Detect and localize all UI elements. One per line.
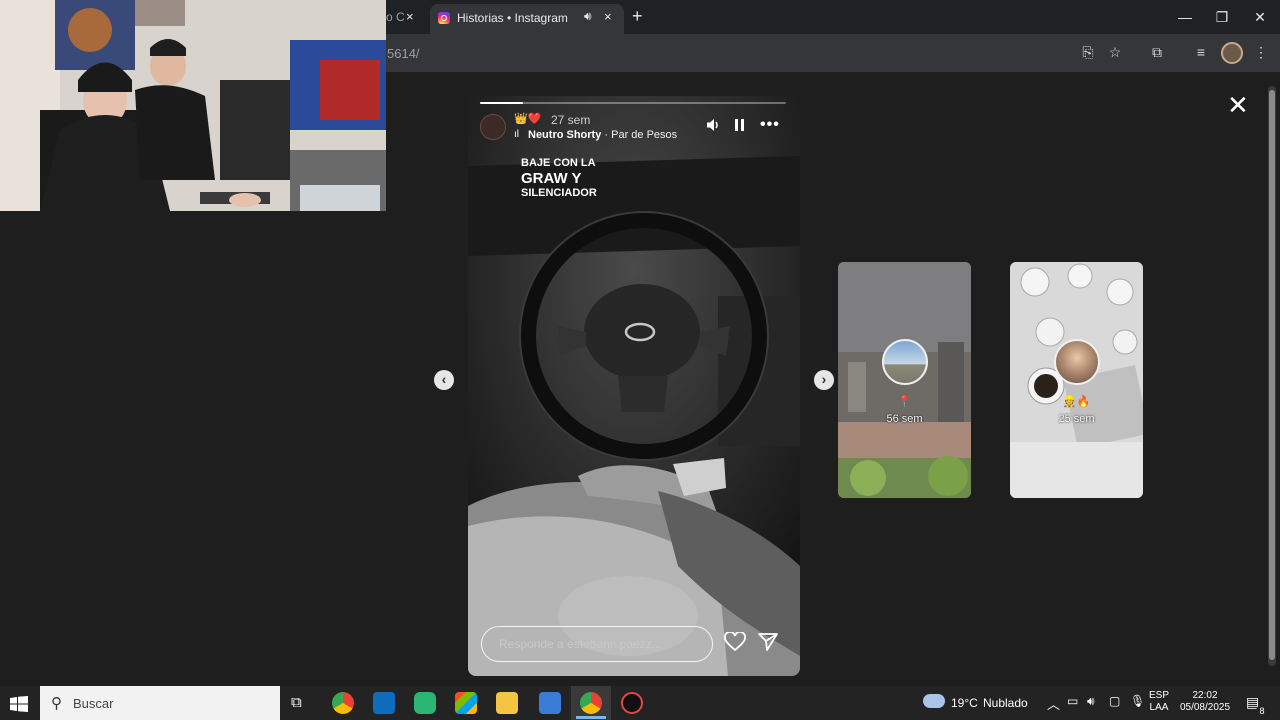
search-icon: ⚲	[51, 695, 62, 712]
story-viewer[interactable]: 👑❤️ 27 sem ıl Neutro Shorty · Par de Pes…	[468, 96, 800, 676]
microphone-icon[interactable]: 🎙︎	[1130, 694, 1145, 708]
preview-1-avatar	[882, 339, 928, 385]
story-music-label[interactable]: Neutro Shorty · Par de Pesos	[528, 129, 677, 141]
more-options-icon[interactable]: •••	[760, 116, 780, 134]
next-story-preview-1[interactable]: 📍 56 sem	[838, 262, 971, 498]
story-progress-bar	[480, 102, 786, 104]
tab-title: Historias • Instagram	[457, 11, 568, 25]
tab-close-icon[interactable]: ×	[604, 9, 612, 24]
calendar-app-icon[interactable]	[539, 692, 561, 714]
microsoft-store-icon[interactable]	[455, 692, 477, 714]
notification-count-badge: 8	[1256, 705, 1268, 717]
media-control-icon[interactable]: ≡	[1192, 44, 1210, 60]
extensions-icon[interactable]: ⧉	[1148, 44, 1166, 61]
outlook-app-icon[interactable]	[373, 692, 395, 714]
device-tray-icon[interactable]: ▢	[1109, 694, 1120, 708]
send-icon[interactable]	[758, 632, 778, 657]
next-story-preview-2[interactable]: 👷🔥 25 sem	[1010, 262, 1143, 498]
clock-date: 05/08/2025	[1179, 702, 1231, 713]
preview-2-avatar	[1054, 339, 1100, 385]
tab-previous-close-icon[interactable]: ×	[406, 0, 414, 34]
minimize-button[interactable]: —	[1166, 0, 1204, 34]
speaker-icon[interactable]: 🔊︎	[584, 9, 592, 24]
story-progress-fill	[480, 102, 523, 104]
clock-time: 22:02	[1192, 690, 1218, 701]
windows-start-icon[interactable]	[10, 696, 28, 717]
reply-placeholder: Responde a estebann.paezz...	[499, 637, 662, 651]
profile-avatar[interactable]	[1221, 42, 1243, 64]
tab-instagram-stories[interactable]: Historias • Instagram 🔊︎ ×	[430, 4, 624, 34]
weather-condition[interactable]: Nublado	[983, 696, 1028, 710]
volume-icon[interactable]	[706, 118, 721, 135]
pause-icon[interactable]	[734, 118, 746, 135]
caption-line-1: BAJE CON LA	[521, 157, 596, 169]
music-separator: ·	[601, 129, 612, 141]
story-time-ago: 27 sem	[551, 113, 591, 127]
preview-2-time: 25 sem	[1058, 413, 1095, 425]
language-indicator[interactable]: ESP LAA	[1147, 690, 1171, 714]
clock[interactable]: 22:02 05/08/2025	[1176, 690, 1234, 714]
webcam-image	[0, 0, 386, 211]
maximize-button[interactable]: ❐	[1203, 0, 1241, 34]
bookmark-star-icon[interactable]: ☆	[1106, 44, 1124, 61]
new-tab-button[interactable]: +	[632, 6, 643, 27]
audio-bars-icon: ıl	[514, 129, 519, 140]
obs-app-icon[interactable]	[621, 692, 643, 714]
reply-input[interactable]: Responde a estebann.paezz...	[481, 626, 713, 662]
weather-temp[interactable]: 19°C	[951, 696, 978, 710]
music-song: Par de Pesos	[611, 129, 678, 141]
tab-previous-title: o C	[386, 10, 405, 24]
caption-line-3: SILENCIADOR	[521, 187, 597, 199]
story-photo	[468, 96, 800, 676]
scrollbar-thumb[interactable]	[1269, 90, 1275, 660]
webcam-overlay	[0, 0, 386, 211]
preview-1-time: 56 sem	[886, 413, 923, 425]
previous-story-button[interactable]: ‹	[434, 370, 454, 390]
language-line-1: ESP	[1148, 690, 1169, 701]
language-line-2: LAA	[1149, 702, 1169, 713]
cloud-weather-icon	[923, 694, 945, 708]
address-bar-url[interactable]: 5614/	[387, 46, 420, 61]
active-app-underline	[576, 716, 606, 719]
green-app-icon[interactable]	[414, 692, 436, 714]
instagram-favicon-icon	[438, 12, 450, 24]
chrome-app-icon[interactable]	[332, 692, 354, 714]
music-artist: Neutro Shorty	[528, 129, 602, 141]
preview-1-emoji: 📍	[897, 396, 912, 408]
tray-chevron-up-icon[interactable]: ︿	[1047, 694, 1060, 713]
close-stories-icon[interactable]: ✕	[1227, 90, 1249, 121]
caption-line-2: GRAW Y	[521, 170, 582, 187]
heart-icon[interactable]	[724, 631, 746, 657]
story-header-emojis: 👑❤️	[514, 113, 542, 125]
task-view-icon[interactable]: ⧉	[291, 694, 302, 711]
story-caption: BAJE CON LA GRAW Y SILENCIADOR	[521, 158, 597, 199]
taskbar-search-placeholder: Buscar	[73, 696, 114, 711]
volume-tray-icon[interactable]: 🔊︎	[1087, 694, 1095, 709]
network-icon[interactable]: ▭	[1067, 694, 1078, 708]
chrome-menu-icon[interactable]: ⋮	[1252, 44, 1270, 61]
story-user-avatar[interactable]	[480, 114, 506, 140]
preview-2-emoji: 👷🔥	[1062, 396, 1091, 408]
file-explorer-icon[interactable]	[496, 692, 518, 714]
next-story-button[interactable]: ›	[814, 370, 834, 390]
install-app-icon[interactable]: ⎘	[1079, 44, 1097, 61]
tab-previous[interactable]: o C ×	[386, 0, 426, 34]
chrome-active-app-icon[interactable]	[580, 692, 602, 714]
close-window-button[interactable]: ✕	[1241, 0, 1279, 34]
